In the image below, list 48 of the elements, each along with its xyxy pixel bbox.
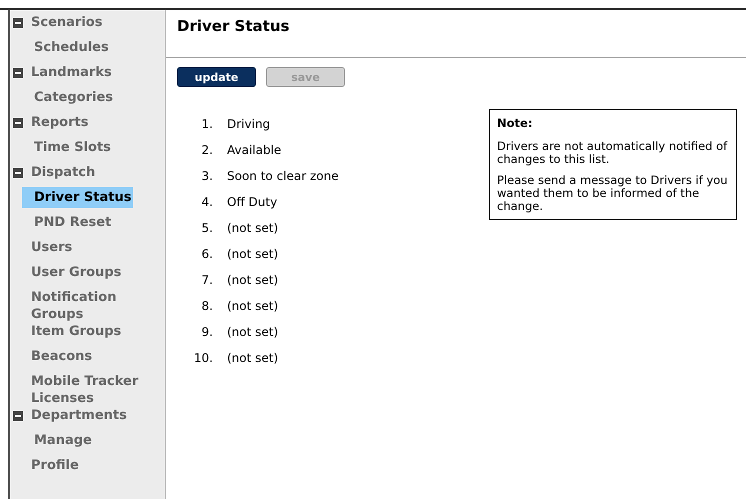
status-label: (not set) — [227, 351, 278, 367]
sidebar-item[interactable]: Categories — [22, 89, 116, 106]
item-number: 3. — [200, 169, 213, 185]
status-label: (not set) — [227, 273, 278, 289]
sidebar-item[interactable]: Profile — [31, 457, 81, 474]
note-text: Drivers are not automatically notified of changes to this list. — [497, 140, 728, 166]
sidebar-item[interactable]: Scenarios — [31, 14, 104, 31]
status-label: (not set) — [227, 247, 278, 263]
status-label: Available — [227, 143, 282, 159]
collapse-icon[interactable] — [13, 411, 23, 421]
status-label: Driving — [227, 117, 270, 133]
sidebar-item[interactable]: Beacons — [31, 348, 94, 365]
status-label: (not set) — [227, 299, 278, 315]
item-number: 9. — [200, 325, 213, 341]
item-number: 7. — [200, 273, 213, 289]
sidebar-item[interactable]: Manage — [22, 432, 94, 449]
item-number: 10. — [193, 351, 213, 367]
item-number: 8. — [200, 299, 213, 315]
item-number: 2. — [200, 143, 213, 159]
item-number: 5. — [200, 221, 213, 237]
sidebar-item[interactable]: Landmarks — [31, 64, 114, 81]
sidebar-item[interactable]: Notification Groups — [31, 289, 165, 323]
page-title: Driver Status — [177, 17, 290, 35]
status-label: (not set) — [227, 325, 278, 341]
sidebar-item[interactable]: Schedules — [22, 39, 111, 56]
sidebar-item[interactable]: PND Reset — [22, 214, 114, 231]
sidebar-item[interactable]: Driver Status — [22, 187, 134, 208]
collapse-icon[interactable] — [13, 68, 23, 78]
status-label: Off Duty — [227, 195, 278, 211]
sidebar-item[interactable]: Item Groups — [31, 323, 124, 340]
sidebar-item[interactable]: Departments — [31, 407, 129, 424]
collapse-icon[interactable] — [13, 168, 23, 178]
collapse-icon[interactable] — [13, 18, 23, 28]
sidebar-item[interactable]: Reports — [31, 114, 90, 131]
item-number: 4. — [200, 195, 213, 211]
note-title: Note: — [497, 116, 534, 130]
sidebar-item[interactable]: Dispatch — [31, 164, 98, 181]
status-label: (not set) — [227, 221, 278, 237]
sidebar-item[interactable]: Mobile Tracker Licenses — [31, 373, 165, 407]
sidebar-item[interactable]: User Groups — [31, 264, 124, 281]
item-number: 1. — [200, 117, 213, 133]
status-label: Soon to clear zone — [227, 169, 339, 185]
note-text: Please send a message to Drivers if you wanted them to be informed of the change. — [497, 174, 729, 213]
item-number: 6. — [200, 247, 213, 263]
sidebar-item[interactable]: Users — [31, 239, 74, 256]
action-button[interactable]: update — [177, 67, 256, 87]
sidebar-item[interactable]: Time Slots — [22, 139, 113, 156]
collapse-icon[interactable] — [13, 118, 23, 128]
